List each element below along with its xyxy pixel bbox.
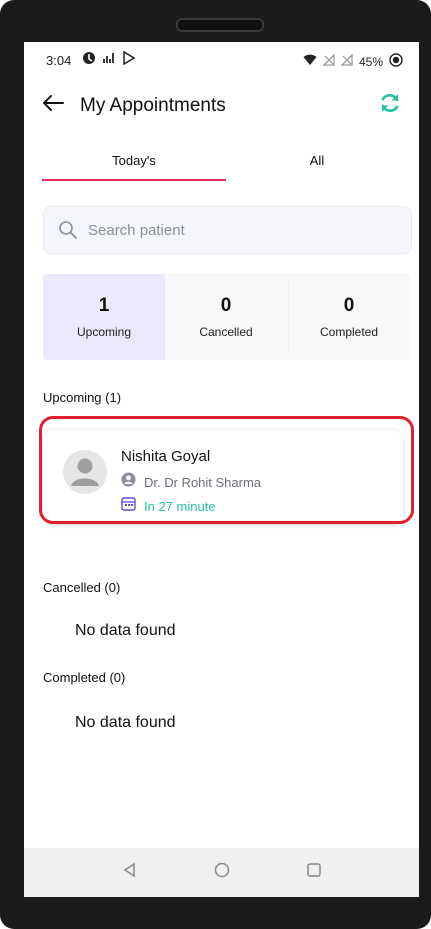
appointment-card[interactable]: Nishita Goyal Dr. Dr Rohit Sharma In 27 … <box>43 430 403 524</box>
signal-off-icon <box>322 53 335 69</box>
appointment-stats: 1 Upcoming 0 Cancelled 0 Completed <box>43 274 410 360</box>
stat-upcoming[interactable]: 1 Upcoming <box>43 274 165 360</box>
app-screen: 3:04 45% My Appointments Today's All Sea… <box>24 42 419 897</box>
back-button[interactable] <box>40 92 66 118</box>
system-nav-bar <box>24 848 419 897</box>
calendar-icon <box>121 496 136 516</box>
battery-icon <box>389 53 403 70</box>
status-right-icons: 45% <box>303 53 403 70</box>
search-placeholder: Search patient <box>88 221 185 239</box>
tab-bar: Today's All <box>24 140 419 182</box>
section-title-cancelled: Cancelled (0) <box>43 580 121 595</box>
back-arrow-icon <box>42 94 64 117</box>
page-title: My Appointments <box>80 95 226 116</box>
tab-todays[interactable]: Today's <box>42 140 226 180</box>
search-input[interactable]: Search patient <box>43 206 412 254</box>
battery-percent: 45% <box>358 54 383 69</box>
device-speaker <box>176 18 264 32</box>
status-bar: 3:04 45% <box>24 42 419 80</box>
stat-completed[interactable]: 0 Completed <box>288 274 410 360</box>
doctor-name: Dr. Dr Rohit Sharma <box>144 474 262 490</box>
appointment-time-row: In 27 minute <box>121 496 216 516</box>
square-recents-icon <box>306 862 322 883</box>
device-frame: 3:04 45% My Appointments Today's All Sea… <box>0 0 431 929</box>
empty-state-completed: No data found <box>75 714 176 731</box>
appointment-time: In 27 minute <box>144 498 216 514</box>
stat-label: Upcoming <box>76 325 132 339</box>
play-store-icon <box>122 50 136 68</box>
stat-count: 0 <box>343 295 355 316</box>
signal-transfer-icon <box>102 51 116 68</box>
search-icon <box>58 220 78 240</box>
signal-off-icon <box>340 53 353 69</box>
tab-indicator <box>42 179 226 181</box>
stat-cancelled[interactable]: 0 Cancelled <box>165 274 287 360</box>
stat-label: Completed <box>319 325 379 339</box>
empty-state-cancelled: No data found <box>75 622 176 639</box>
nav-back-button[interactable] <box>119 862 141 884</box>
status-time: 3:04 <box>46 53 72 68</box>
nav-recents-button[interactable] <box>303 862 325 884</box>
nav-home-button[interactable] <box>211 862 233 884</box>
notification-icon <box>82 51 96 68</box>
stat-count: 1 <box>98 295 110 316</box>
avatar <box>63 450 107 494</box>
stat-label: Cancelled <box>199 325 253 339</box>
refresh-icon <box>378 91 402 120</box>
patient-name: Nishita Goyal <box>121 448 211 465</box>
tab-all[interactable]: All <box>230 140 404 180</box>
section-title-completed: Completed (0) <box>43 670 126 685</box>
circle-home-icon <box>214 862 230 883</box>
triangle-back-icon <box>122 862 138 883</box>
wifi-icon <box>303 54 317 69</box>
refresh-button[interactable] <box>375 90 405 120</box>
doctor-row: Dr. Dr Rohit Sharma <box>121 472 261 492</box>
app-bar: My Appointments <box>24 80 419 132</box>
status-left-icons <box>82 50 136 68</box>
user-circle-icon <box>121 472 136 492</box>
stat-count: 0 <box>220 295 232 316</box>
section-title-upcoming: Upcoming (1) <box>43 390 122 405</box>
